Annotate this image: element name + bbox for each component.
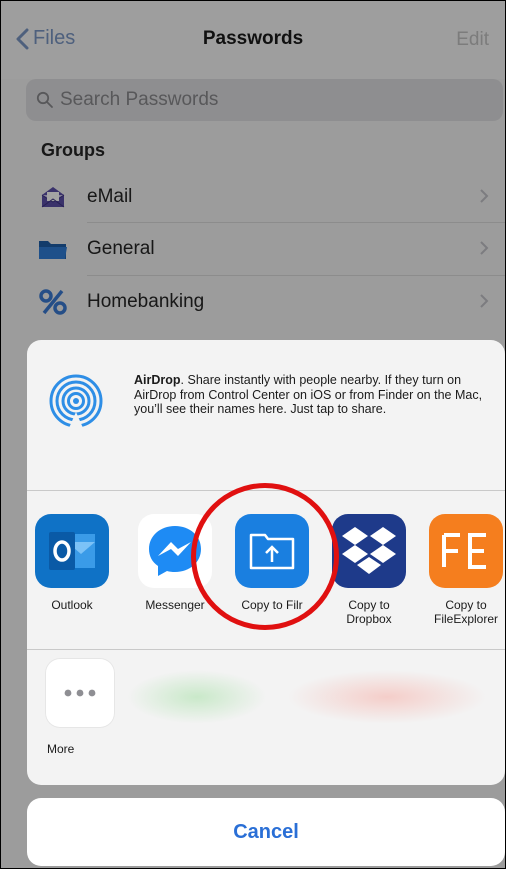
share-app-fileexplorer[interactable]: Copy to FileExplorer bbox=[426, 514, 505, 626]
cancel-button[interactable]: Cancel bbox=[27, 798, 505, 866]
blurred-action bbox=[127, 670, 267, 724]
share-app-label: Copy to Dropbox bbox=[346, 598, 392, 626]
share-app-label: Messenger bbox=[145, 598, 205, 612]
outlook-icon bbox=[35, 514, 109, 588]
more-icon bbox=[45, 658, 115, 728]
airdrop-section[interactable]: AirDrop. Share instantly with people nea… bbox=[27, 340, 505, 490]
dropbox-icon bbox=[332, 514, 406, 588]
airdrop-title: AirDrop bbox=[134, 373, 181, 387]
share-actions-row: More bbox=[27, 650, 505, 785]
phone-screen: Files Passwords Edit Search Passwords Gr… bbox=[0, 0, 506, 869]
more-label: More bbox=[47, 742, 75, 756]
airdrop-body: . Share instantly with people nearby. If… bbox=[134, 373, 483, 416]
fileexplorer-icon bbox=[429, 514, 503, 588]
airdrop-description: AirDrop. Share instantly with people nea… bbox=[134, 373, 492, 417]
highlight-circle bbox=[191, 483, 339, 630]
more-button[interactable]: More bbox=[45, 658, 115, 756]
airdrop-icon bbox=[49, 374, 103, 428]
share-app-label: Outlook bbox=[51, 598, 93, 612]
share-app-label: Copy to FileExplorer bbox=[433, 598, 499, 626]
share-app-outlook[interactable]: Outlook bbox=[32, 514, 112, 612]
share-app-dropbox[interactable]: Copy to Dropbox bbox=[329, 514, 409, 626]
blurred-action bbox=[287, 670, 487, 724]
